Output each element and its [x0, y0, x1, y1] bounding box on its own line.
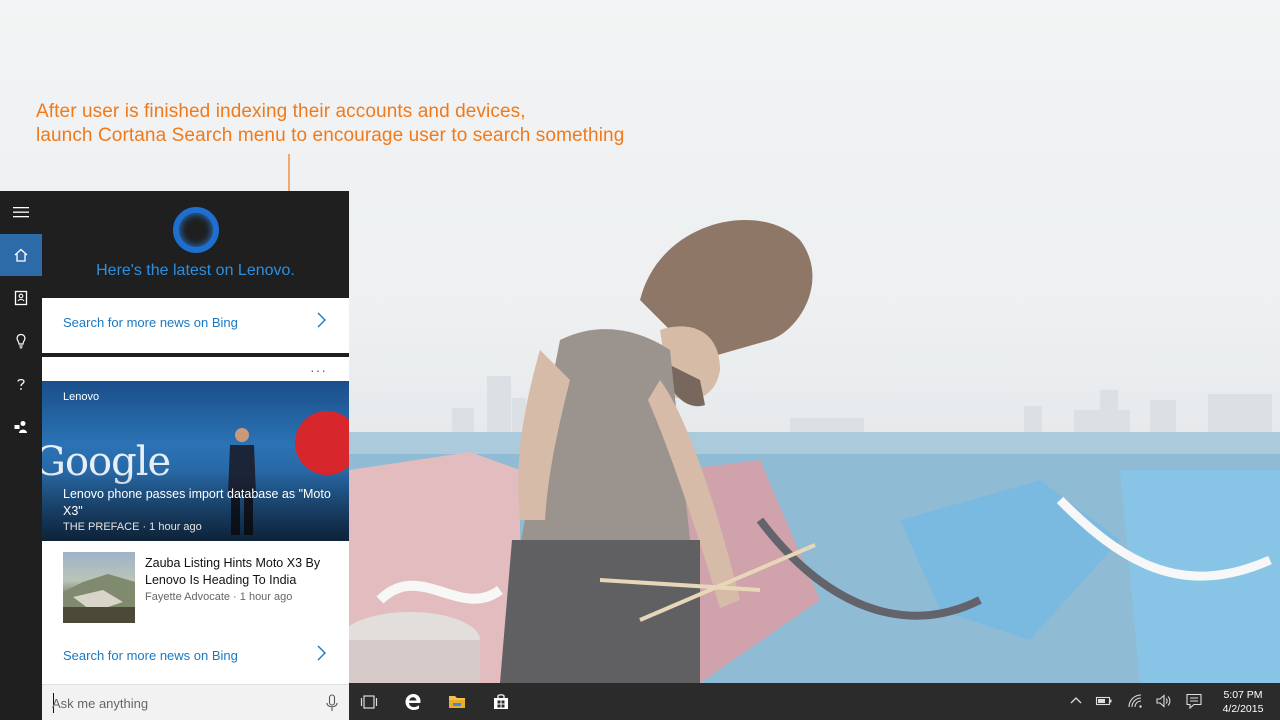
clock-time: 5:07 PM [1223, 689, 1263, 701]
cortana-rail [0, 191, 42, 720]
news-hero-meta: THE PREFACE · 1 hour ago [63, 521, 202, 533]
news-hero-card[interactable]: Google Lenovo Lenovo phone passes import… [42, 381, 349, 541]
news-source-label: Lenovo [63, 391, 100, 403]
motorola-logo-icon [295, 411, 349, 475]
notebook-icon [14, 290, 28, 306]
ask-me-anything-input[interactable] [52, 691, 302, 715]
system-clock[interactable]: 5:07 PM 4/2/2015 [1213, 688, 1273, 716]
cortana-icon [173, 207, 219, 253]
action-center-icon[interactable] [1185, 692, 1203, 710]
more-options-button[interactable]: ··· [310, 362, 327, 378]
rail-feedback-button[interactable] [0, 406, 42, 448]
chevron-right-icon [317, 645, 326, 661]
wifi-icon[interactable] [1126, 692, 1144, 710]
rail-help-button[interactable] [0, 363, 42, 405]
rail-reminders-button[interactable] [0, 320, 42, 362]
store-icon [494, 693, 508, 709]
rail-home-button[interactable] [0, 234, 42, 276]
news-item-title: Zauba Listing Hints Moto X3 By Lenovo Is… [145, 556, 321, 587]
feedback-icon [14, 421, 27, 433]
help-icon [17, 378, 25, 390]
cortana-header: Here's the latest on Lenovo. [42, 191, 349, 298]
task-view-button[interactable] [349, 683, 389, 720]
clock-date: 4/2/2015 [1222, 703, 1264, 715]
file-explorer-icon [449, 695, 465, 708]
hamburger-menu-button[interactable] [0, 191, 42, 233]
annotation-line-1: After user is finished indexing their ac… [36, 101, 526, 122]
search-more-news-bottom-label: Search for more news on Bing [63, 648, 238, 663]
annotation-line-2: launch Cortana Search menu to encourage … [36, 125, 625, 146]
news-list-item[interactable]: Zauba Listing Hints Moto X3 By Lenovo Is… [42, 541, 349, 631]
chevron-up-icon[interactable] [1067, 692, 1085, 710]
news-thumbnail-image [63, 574, 135, 623]
chevron-right-icon [317, 312, 326, 328]
section-divider [42, 353, 349, 357]
file-explorer-button[interactable] [437, 683, 477, 720]
cortana-panel: Here's the latest on Lenovo. Search for … [0, 191, 349, 720]
search-more-news-top-label: Search for more news on Bing [63, 315, 238, 330]
search-more-news-bottom[interactable]: Search for more news on Bing [42, 631, 349, 681]
rail-notebook-button[interactable] [0, 277, 42, 319]
news-item-meta: Fayette Advocate · 1 hour ago [145, 591, 293, 603]
news-thumbnail [63, 552, 135, 623]
microphone-icon[interactable] [325, 694, 339, 712]
edge-icon [405, 693, 421, 710]
menu-icon [13, 207, 29, 218]
home-icon [14, 248, 28, 262]
news-hero-headline: Lenovo phone passes import database as "… [63, 487, 331, 518]
battery-icon[interactable] [1095, 692, 1113, 710]
ask-box[interactable] [42, 684, 349, 720]
taskbar: 5:07 PM 4/2/2015 [349, 683, 1280, 720]
search-more-news-top[interactable]: Search for more news on Bing [42, 298, 349, 348]
edge-button[interactable] [393, 683, 433, 720]
volume-icon[interactable] [1155, 692, 1173, 710]
task-view-icon [360, 694, 378, 709]
store-button[interactable] [481, 683, 521, 720]
lightbulb-icon [16, 333, 26, 349]
design-annotation: After user is finished indexing their ac… [36, 100, 696, 148]
cortana-greeting: Here's the latest on Lenovo. [96, 262, 295, 279]
